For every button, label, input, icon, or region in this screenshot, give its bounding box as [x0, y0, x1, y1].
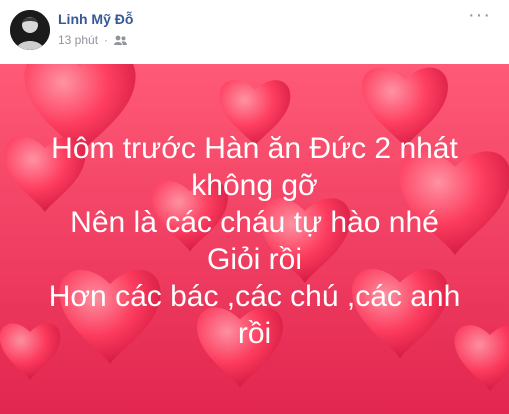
post-header: Linh Mỹ Đỗ 13 phút · ···: [0, 0, 509, 58]
post-text-line: Nên là các cháu tự hào nhé: [70, 206, 439, 239]
post-text-line: không gỡ: [191, 169, 318, 202]
meta-separator: ·: [104, 33, 109, 47]
post-timestamp[interactable]: 13 phút: [58, 33, 98, 47]
post-text-line: Hôm trước Hàn ăn Đức 2 nhát: [51, 132, 458, 165]
post-text: Hôm trước Hàn ăn Đức 2 nhát không gỡ Nên…: [0, 64, 509, 414]
post-text-line: rồi: [237, 317, 272, 350]
friends-icon[interactable]: [114, 35, 128, 45]
post-card: Linh Mỹ Đỗ 13 phút · ··· Hôm trước Hàn ă…: [0, 0, 509, 414]
author-name[interactable]: Linh Mỹ Đỗ: [58, 11, 133, 27]
more-options-icon[interactable]: ···: [468, 5, 491, 25]
author-avatar[interactable]: [10, 10, 50, 50]
post-text-line: Giỏi rồi: [206, 243, 303, 276]
post-text-line: Hơn các bác ,các chú ,các anh: [48, 280, 461, 313]
post-meta: 13 phút ·: [58, 33, 128, 47]
